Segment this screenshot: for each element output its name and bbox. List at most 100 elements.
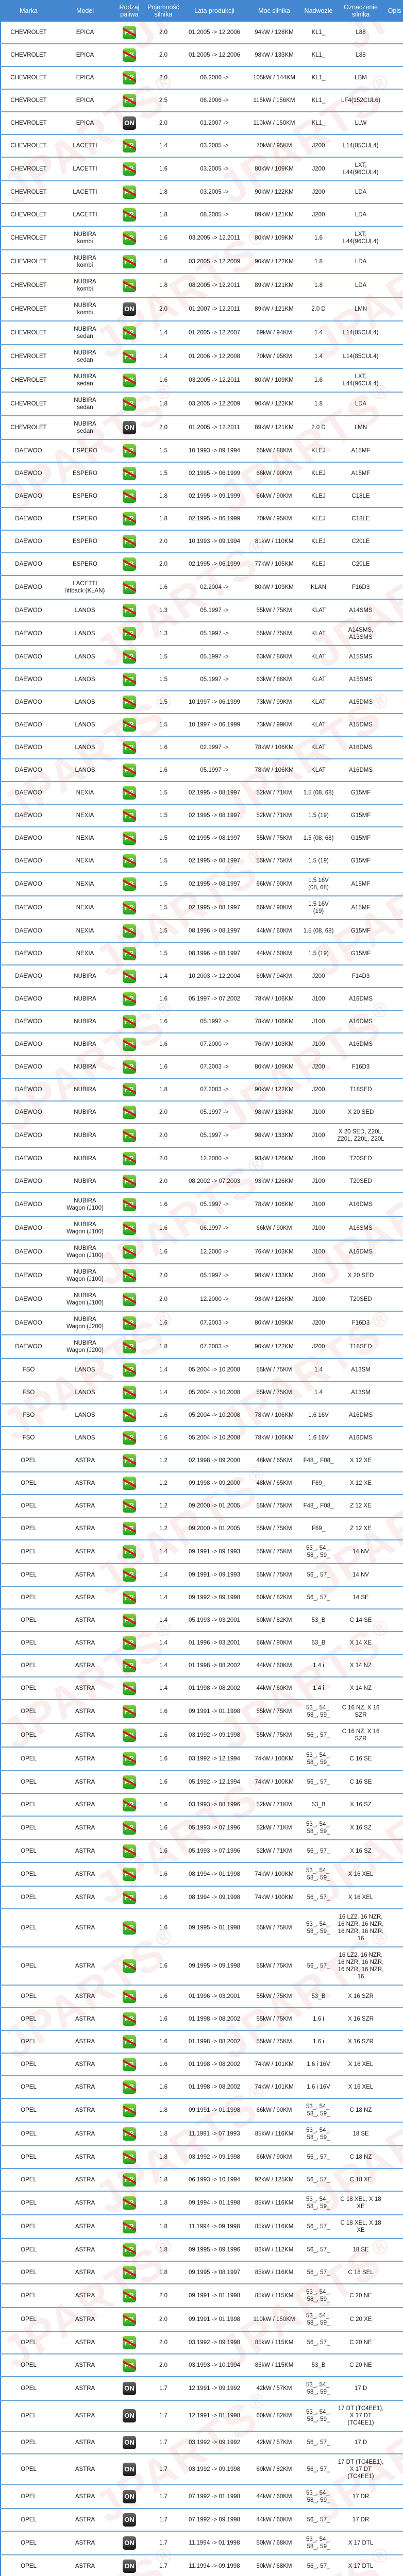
marka-cell: OPEL [21, 1595, 37, 1601]
fuel-type-cell: PB [114, 1170, 145, 1193]
column-header-rodzaj-paliwa: Rodzaj paliwa [114, 0, 145, 22]
engine-power-cell: 66kW / 90KM [256, 470, 292, 477]
description-cell [386, 1840, 403, 1862]
engine-capacity-cell: 1.4 [159, 1549, 167, 1555]
body-code-cell: 53_, 54_, 58_, 59_ [306, 2490, 331, 2503]
engine-capacity-cell: 1.6 [159, 996, 167, 1002]
table-row: OPEL ASTRA PB 1.6 05.1993 -> 07.1996 52k… [1, 1840, 403, 1862]
production-years-cell: 07.2003 -> [200, 1064, 229, 1070]
engine-power-cell: 55kW / 75KM [256, 631, 292, 637]
description-cell [386, 2284, 403, 2308]
fuel-type-cell: PB [114, 1033, 145, 1056]
description-cell [386, 530, 403, 553]
fuel-petrol-icon: PB [123, 1038, 136, 1051]
engine-code-cell: G15MF [350, 858, 371, 864]
engine-code-cell: LXT, L44(96CUL4) [343, 162, 379, 176]
fuel-type-cell: PB [114, 965, 145, 988]
fuel-petrol-icon: PB [123, 535, 136, 548]
fuel-petrol-icon: PB [123, 2243, 136, 2257]
table-row: CHEVROLET LACETTI PB 1.6 03.2005 -> 80kW… [1, 157, 403, 181]
fuel-type-cell: PB [114, 66, 145, 89]
marka-cell: CHEVROLET [10, 120, 47, 126]
fuel-type-cell: PB [114, 1793, 145, 1816]
engine-capacity-cell: 2.0 [159, 561, 167, 567]
engine-code-cell: C 14 SE [349, 1617, 372, 1623]
engine-code-cell: A15SMS [349, 676, 373, 683]
engine-code-cell: C20LE [351, 561, 370, 567]
production-years-cell: 10.1997 -> 06.1999 [188, 722, 241, 728]
engine-code-cell: 17 DT (TC4EE1), X 17 DT (TC4EE1) [338, 2459, 384, 2480]
description-cell [386, 1886, 403, 1909]
production-years-cell: 07.2003 -> [200, 1320, 229, 1326]
production-years-cell: 07.2000 -> [200, 1041, 229, 1047]
engine-power-cell: 70kW / 95KM [256, 516, 292, 522]
description-cell [386, 714, 403, 736]
description-cell [386, 2215, 403, 2239]
engine-code-cell: X 20 SED [347, 1109, 374, 1115]
engine-power-cell: 93kW / 126KM [255, 1296, 294, 1302]
description-cell [386, 1747, 403, 1771]
marka-cell: CHEVROLET [10, 75, 47, 81]
marka-cell: FSO [22, 1435, 35, 1441]
engine-code-cell: LLW [355, 120, 367, 126]
body-code-cell: J200 [312, 1344, 325, 1350]
model-cell: ASTRA [75, 1802, 95, 1808]
table-row: OPEL ASTRA PB 1.4 09.1991 -> 09.1993 55k… [1, 1564, 403, 1586]
table-row: DAEWOO LANOS PB 1.5 10.1997 -> 06.1999 7… [1, 714, 403, 736]
fuel-type-cell: PB [114, 622, 145, 646]
marka-cell: OPEL [21, 2563, 37, 2569]
fuel-type-cell: PB [114, 1985, 145, 2008]
body-code-cell: 1.4 i [313, 1685, 324, 1691]
body-code-cell: J100 [312, 1109, 325, 1115]
engine-capacity-cell: 1.7 [159, 2413, 167, 2419]
model-cell: LACETTI [73, 189, 97, 195]
marka-cell: DAEWOO [15, 812, 42, 819]
engine-capacity-cell: 2.0 [159, 2316, 167, 2323]
table-row: CHEVROLET NUBIRA sedan ON 2.0 01.2005 ->… [1, 416, 403, 439]
table-row: CHEVROLET EPICA ON 2.0 01.2007 -> 110kW … [1, 112, 403, 134]
fuel-petrol-icon: PB [123, 557, 136, 571]
engine-power-cell: 78kW / 106KM [255, 996, 294, 1002]
engine-power-cell: 52kW / 71KM [256, 1848, 292, 1854]
body-code-cell: F48_, F08_ [303, 1458, 334, 1464]
model-cell: ASTRA [75, 1480, 95, 1486]
fuel-type-cell: PB [114, 368, 145, 392]
engine-power-cell: 42kW / 57KM [256, 2385, 292, 2392]
body-code-cell: 53_B [311, 2362, 326, 2368]
description-cell [386, 850, 403, 872]
fuel-diesel-icon: ON [123, 2536, 136, 2550]
engine-capacity-cell: 1.7 [159, 2385, 167, 2392]
engine-power-cell: 55kW / 75KM [256, 1389, 292, 1396]
production-years-cell: 09.2000 -> 01.2005 [188, 1526, 241, 1532]
marka-cell: CHEVROLET [10, 235, 47, 241]
engine-power-cell: 55kW / 75KM [256, 1549, 292, 1555]
production-years-cell: 07.2003 -> [200, 1087, 229, 1093]
model-cell: ASTRA [75, 2154, 95, 2160]
production-years-cell: 02.1998 -> 09.2000 [188, 1458, 241, 1464]
description-cell [386, 1010, 403, 1033]
production-years-cell: 02.1995 -> 08.1997 [188, 790, 241, 796]
production-years-cell: 10.1993 -> 09.1994 [188, 448, 241, 454]
body-code-cell: KL1_ [311, 29, 326, 36]
body-code-cell: KLAT [311, 699, 326, 705]
engine-code-cell: L88 [356, 52, 366, 58]
table-row: CHEVROLET EPICA PB 2.5 06.2006 -> 115kW … [1, 89, 403, 112]
engine-capacity-cell: 1.7 [159, 2439, 167, 2446]
model-cell: LANOS [75, 767, 95, 773]
engine-code-cell: L14(85CUL4) [343, 330, 379, 336]
marka-cell: DAEWOO [15, 1344, 42, 1350]
model-cell: ASTRA [75, 1756, 95, 1762]
fuel-petrol-icon: PB [123, 741, 136, 754]
model-cell: NUBIRA [74, 1178, 96, 1184]
marka-cell: CHEVROLET [10, 353, 47, 360]
body-code-cell: 53_, 54_, 58_, 59_ [306, 2409, 331, 2422]
production-years-cell: 06.2006 -> [200, 75, 229, 81]
fuel-type-cell: PB [114, 1909, 145, 1947]
engine-capacity-cell: 2.0 [159, 1132, 167, 1139]
engine-capacity-cell: 1.8 [159, 2269, 167, 2276]
marka-cell: DAEWOO [15, 561, 42, 567]
fuel-petrol-icon: PB [123, 1891, 136, 1904]
engine-code-cell: X 16 XEL [348, 2061, 374, 2067]
production-years-cell: 01.1998 -> 08.2002 [188, 2039, 241, 2045]
fuel-type-cell: PB [114, 345, 145, 368]
